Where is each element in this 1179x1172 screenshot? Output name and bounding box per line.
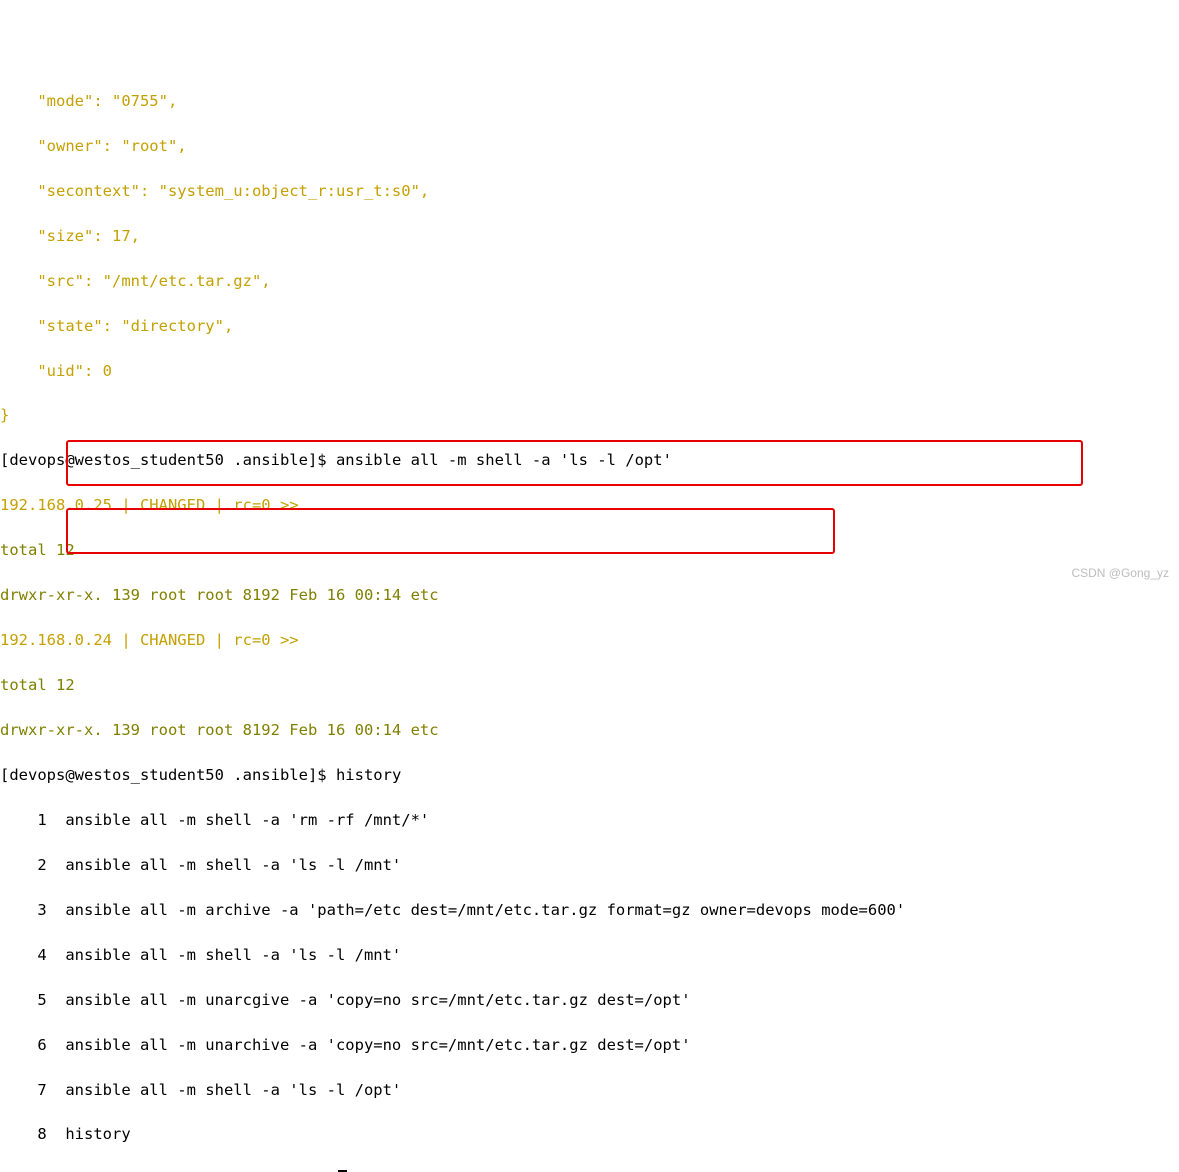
command-1-text: ansible all -m shell -a 'ls -l /opt' xyxy=(336,451,672,469)
history-2: 2 ansible all -m shell -a 'ls -l /mnt' xyxy=(0,854,1179,876)
watermark: CSDN @Gong_yz xyxy=(1071,565,1169,582)
history-4: 4 ansible all -m shell -a 'ls -l /mnt' xyxy=(0,944,1179,966)
history-5: 5 ansible all -m unarcgive -a 'copy=no s… xyxy=(0,989,1179,1011)
history-1: 1 ansible all -m shell -a 'rm -rf /mnt/*… xyxy=(0,809,1179,831)
json-uid-line: "uid": 0 xyxy=(0,360,1179,382)
cursor xyxy=(338,1170,347,1172)
command-line-2[interactable]: [devops@westos_student50 .ansible]$ hist… xyxy=(0,764,1179,786)
output-ls-24: drwxr-xr-x. 139 root root 8192 Feb 16 00… xyxy=(0,719,1179,741)
history-8: 8 history xyxy=(0,1123,1179,1145)
prompt-1: [devops@westos_student50 .ansible]$ xyxy=(0,451,336,469)
json-size-line: "size": 17, xyxy=(0,225,1179,247)
history-6: 6 ansible all -m unarchive -a 'copy=no s… xyxy=(0,1034,1179,1056)
command-line-final[interactable]: [devops@westos_student50 .ansible]$ xyxy=(0,1168,1179,1172)
output-ls-25: drwxr-xr-x. 139 root root 8192 Feb 16 00… xyxy=(0,584,1179,606)
history-7: 7 ansible all -m shell -a 'ls -l /opt' xyxy=(0,1079,1179,1101)
prompt-2: [devops@westos_student50 .ansible]$ xyxy=(0,766,336,784)
json-owner-line: "owner": "root", xyxy=(0,135,1179,157)
history-3: 3 ansible all -m archive -a 'path=/etc d… xyxy=(0,899,1179,921)
json-src-line: "src": "/mnt/etc.tar.gz", xyxy=(0,270,1179,292)
output-host-25: 192.168.0.25 | CHANGED | rc=0 >> xyxy=(0,494,1179,516)
command-line-1[interactable]: [devops@westos_student50 .ansible]$ ansi… xyxy=(0,449,1179,471)
json-state-line: "state": "directory", xyxy=(0,315,1179,337)
json-close-brace: } xyxy=(0,404,1179,426)
json-mode-line: "mode": "0755", xyxy=(0,90,1179,112)
command-2-text: history xyxy=(336,766,401,784)
json-secontext-line: "secontext": "system_u:object_r:usr_t:s0… xyxy=(0,180,1179,202)
output-host-24: 192.168.0.24 | CHANGED | rc=0 >> xyxy=(0,629,1179,651)
output-total-25: total 12 xyxy=(0,539,1179,561)
prompt-final: [devops@westos_student50 .ansible]$ xyxy=(0,1170,336,1172)
output-total-24: total 12 xyxy=(0,674,1179,696)
